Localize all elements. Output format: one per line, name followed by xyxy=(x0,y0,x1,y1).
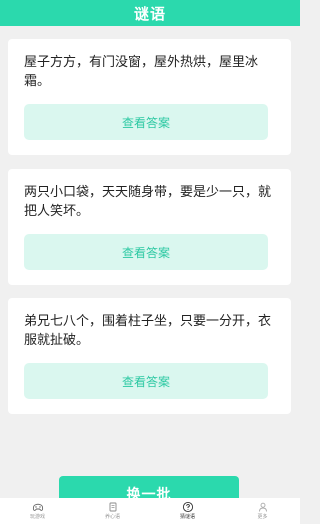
question-circle-icon xyxy=(182,501,193,513)
riddle-question: 屋子方方，有门没窗，屋外热烘，屋里冰霜。 xyxy=(24,55,259,89)
bottom-tab-bar: 玩游戏 养心语 猜谜语 更多 xyxy=(0,498,300,524)
tab-guess-riddles[interactable]: 猜谜语 xyxy=(158,498,218,524)
view-answer-button[interactable]: 查看答案 xyxy=(24,363,268,399)
riddle-question: 弟兄七八个，围着柱子坐，只要一分开，衣服就扯破。 xyxy=(24,314,272,348)
gamepad-icon xyxy=(32,503,43,511)
tab-label: 更多 xyxy=(257,514,268,520)
view-answer-button[interactable]: 查看答案 xyxy=(24,104,268,140)
tab-label: 猜谜语 xyxy=(179,514,195,520)
tab-play-games[interactable]: 玩游戏 xyxy=(8,498,68,524)
title-bar: 谜语 xyxy=(0,0,300,26)
riddle-question: 两只小口袋，天天随身带，要是少一只，就把人笑坏。 xyxy=(24,185,272,219)
riddle-card: 弟兄七八个，围着柱子坐，只要一分开，衣服就扯破。 查看答案 xyxy=(8,298,291,414)
riddle-card: 屋子方方，有门没窗，屋外热烘，屋里冰霜。 查看答案 xyxy=(8,39,291,155)
tab-more[interactable]: 更多 xyxy=(233,498,293,524)
page-title: 谜语 xyxy=(133,4,166,23)
app-root: 谜语 屋子方方，有门没窗，屋外热烘，屋里冰霜。 查看答案 两只小口袋，天天随身带… xyxy=(0,0,300,524)
tab-label: 玩游戏 xyxy=(29,514,45,520)
person-icon xyxy=(258,502,267,512)
tab-label: 养心语 xyxy=(104,514,120,520)
book-icon xyxy=(109,502,116,512)
riddle-card: 两只小口袋，天天随身带，要是少一只，就把人笑坏。 查看答案 xyxy=(8,169,291,285)
tab-heart-words[interactable]: 养心语 xyxy=(83,498,143,524)
view-answer-button[interactable]: 查看答案 xyxy=(24,234,268,270)
